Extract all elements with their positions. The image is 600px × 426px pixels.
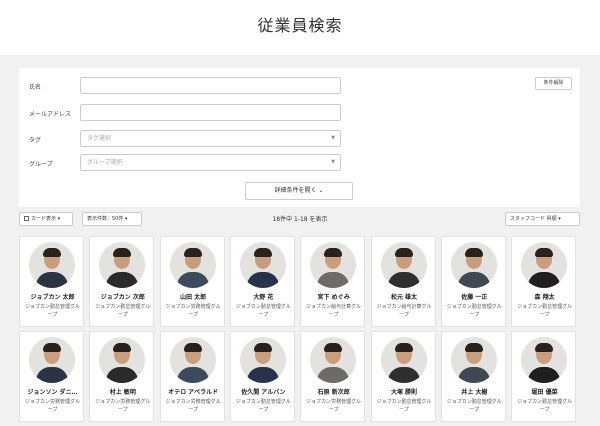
- employee-card[interactable]: 山田 太郎ジョブカン労務管理グループ: [159, 236, 225, 327]
- employee-name: 堀田 優菜: [531, 389, 558, 396]
- tag-select-placeholder: タグ選択: [87, 135, 112, 142]
- name-input[interactable]: [80, 77, 341, 94]
- avatar: [521, 242, 568, 288]
- avatar: [310, 242, 357, 288]
- employee-group: ジョブカン給与計算グループ: [376, 304, 432, 318]
- employee-card[interactable]: オテロ アベラルドジョブカン労務管理グループ: [159, 331, 225, 422]
- avatar: [29, 242, 75, 288]
- employee-card[interactable]: 佐藤 一正ジョブカン勤怠管理グループ: [440, 236, 506, 327]
- employee-group: ジョブカン労務管理グループ: [165, 304, 221, 318]
- employee-name: ジョンソン ダニ…: [27, 389, 78, 396]
- sort-label: スタッフコード 昇順: [510, 216, 557, 222]
- avatar: [450, 337, 497, 383]
- employee-group: ジョブカン勤怠管理グループ: [95, 304, 151, 318]
- chevron-down-icon: ▼: [331, 159, 335, 165]
- open-detail-conditions-button[interactable]: 詳細条件を開く ⌄: [245, 182, 353, 200]
- employee-group: ジョブカン勤怠管理グループ: [235, 399, 291, 413]
- employee-name: 山田 太郎: [180, 294, 207, 301]
- employee-card[interactable]: 森 翔太ジョブカン勤怠管理グループ: [511, 236, 577, 327]
- employee-name: 宮下 めぐみ: [317, 294, 350, 301]
- employee-group: ジョブカン勤怠管理グループ: [376, 399, 432, 413]
- page-title: 従業員検索: [257, 16, 343, 35]
- employee-card[interactable]: ジョンソン ダニ… ジョブカン労務管理グループ: [19, 331, 84, 422]
- employee-name: 大塚 勝則: [390, 389, 418, 396]
- employee-name: ジョブカン 太郎: [30, 294, 75, 301]
- employee-name: 村上 敏明: [109, 389, 136, 396]
- employee-group: ジョブカン労務管理グループ: [95, 399, 151, 413]
- avatar: [239, 242, 286, 288]
- caret-down-icon: ▾: [57, 216, 61, 222]
- avatar: [310, 337, 357, 383]
- employee-name: オテロ アベラルド: [168, 389, 219, 396]
- tag-select[interactable]: タグ選択 ▼: [80, 130, 341, 147]
- employee-card[interactable]: 堀田 優菜ジョブカン勤怠管理グループ: [511, 331, 577, 422]
- avatar: [29, 337, 75, 383]
- employee-name: 井上 大樹: [461, 389, 488, 396]
- employee-card[interactable]: 佐久間 アルバンジョブカン勤怠管理グループ: [229, 331, 295, 422]
- employee-card[interactable]: 石原 新次郎ジョブカン労務管理グループ: [300, 331, 366, 422]
- employee-group: ジョブカン勤怠管理グループ: [517, 399, 573, 413]
- avatar: [169, 337, 216, 383]
- group-select[interactable]: グループ選択 ▼: [80, 154, 341, 171]
- employee-name: 大野 花: [253, 294, 274, 301]
- employee-card[interactable]: 村上 敏明ジョブカン労務管理グループ: [89, 331, 155, 422]
- caret-down-icon: ▾: [124, 216, 128, 222]
- employee-group: ジョブカン勤怠管理グループ: [446, 399, 502, 413]
- employee-card[interactable]: 大野 花ジョブカン勤怠管理グループ: [229, 236, 295, 327]
- avatar: [99, 337, 146, 383]
- group-select-placeholder: グループ選択: [87, 159, 123, 166]
- sort-select[interactable]: スタッフコード 昇順 ▾: [505, 212, 580, 226]
- employee-group: ジョブカン勤怠管理グループ: [24, 304, 80, 318]
- group-label: グループ: [29, 161, 53, 168]
- avatar: [169, 242, 216, 288]
- employee-card[interactable]: 井上 大樹ジョブカン勤怠管理グループ: [440, 331, 506, 422]
- avatar: [380, 337, 427, 383]
- chevron-down-icon: ▼: [331, 135, 335, 141]
- chevron-down-icon: ⌄: [318, 187, 324, 194]
- view-mode-label: カード表示: [31, 216, 57, 222]
- employee-name: 石原 新次郎: [317, 389, 350, 396]
- avatar: [380, 242, 427, 288]
- email-label: メールアドレス: [29, 111, 72, 118]
- per-page-label: 表示件数：50件: [87, 216, 124, 222]
- avatar: [450, 242, 497, 288]
- employee-card[interactable]: 大塚 勝則ジョブカン勤怠管理グループ: [370, 331, 436, 422]
- avatar: [99, 242, 146, 288]
- caret-down-icon: ▾: [558, 216, 561, 222]
- employee-group: ジョブカン労務管理グループ: [24, 399, 80, 413]
- employee-name: 佐藤 一正: [461, 294, 488, 301]
- tag-label: タグ: [29, 137, 42, 144]
- name-label: 氏名: [29, 84, 42, 91]
- result-count: 18件中 1-18 を表示: [272, 216, 328, 223]
- avatar: [239, 337, 286, 383]
- clear-conditions-button[interactable]: 条件解除: [535, 77, 572, 90]
- employee-group: ジョブカン勤怠管理グループ: [446, 304, 502, 318]
- search-form: 氏名 メールアドレス タグ タグ選択 ▼ グループ グループ選択 ▼ 条件解除 …: [19, 68, 580, 207]
- page-header: 従業員検索: [0, 0, 600, 55]
- email-input[interactable]: [80, 104, 341, 121]
- employee-card[interactable]: ジョブカン 次郎ジョブカン勤怠管理グループ: [89, 236, 155, 327]
- employee-name: ジョブカン 次郎: [100, 294, 145, 301]
- employee-group: ジョブカン労務管理グループ: [165, 399, 221, 413]
- employee-name: 森 翔太: [534, 294, 555, 301]
- per-page-select[interactable]: 表示件数：50件 ▾: [82, 212, 142, 226]
- employee-name: 佐久間 アルバン: [241, 389, 286, 396]
- employee-card[interactable]: 松元 雄太ジョブカン給与計算グループ: [370, 236, 436, 327]
- employee-group: ジョブカン給与計算グループ: [306, 304, 362, 318]
- employee-group: ジョブカン労務管理グループ: [306, 399, 362, 413]
- grid-icon: [24, 216, 29, 221]
- employee-group: ジョブカン勤怠管理グループ: [235, 304, 291, 318]
- view-mode-select[interactable]: カード表示 ▾: [19, 212, 73, 226]
- employee-card[interactable]: 宮下 めぐみジョブカン給与計算グループ: [300, 236, 366, 327]
- employee-group: ジョブカン勤怠管理グループ: [517, 304, 573, 318]
- detail-button-label: 詳細条件を開く: [274, 187, 317, 194]
- employee-card[interactable]: ジョブカン 太郎ジョブカン勤怠管理グループ: [19, 236, 84, 327]
- employee-name: 松元 雄太: [390, 294, 418, 301]
- avatar: [521, 337, 568, 383]
